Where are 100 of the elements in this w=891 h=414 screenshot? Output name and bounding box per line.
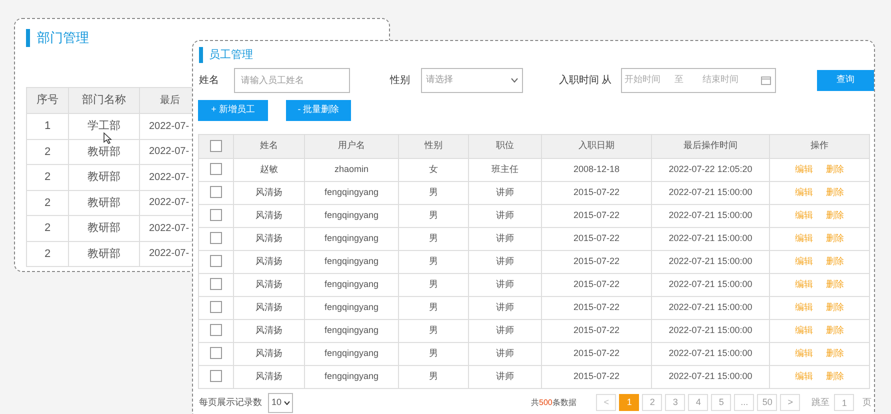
- table-cell: 风清扬: [234, 250, 304, 273]
- field-label: 入职时间 从: [558, 74, 612, 88]
- checkbox[interactable]: [210, 232, 222, 244]
- page-button[interactable]: 1: [619, 394, 640, 411]
- checkbox[interactable]: [210, 301, 222, 314]
- page-button[interactable]: 2: [642, 394, 662, 411]
- table-cell: 男: [398, 204, 468, 227]
- table-cell: 风清扬: [234, 181, 304, 204]
- checkbox[interactable]: [210, 278, 222, 290]
- batch-delete-button[interactable]: - 批量删除: [286, 100, 351, 120]
- total-records-text: 共500条数据: [531, 396, 576, 408]
- edit-link[interactable]: 编辑: [795, 348, 813, 358]
- table-cell: 风清扬: [234, 296, 304, 319]
- gender-select[interactable]: 请选择: [421, 68, 523, 92]
- table-cell: 2015-07-22: [542, 342, 652, 365]
- checkbox[interactable]: [210, 347, 222, 360]
- table-cell: 风清扬: [234, 342, 304, 365]
- table-cell: 2022-07-21 15:00:00: [652, 181, 770, 204]
- table-cell: 风清扬: [234, 204, 304, 227]
- table-cell: fengqingyang: [304, 273, 398, 296]
- page-size-select[interactable]: 10: [268, 392, 293, 412]
- checkbox[interactable]: [210, 255, 222, 268]
- page-button[interactable]: ...: [734, 394, 754, 411]
- table-cell: 2: [26, 190, 68, 216]
- edit-link[interactable]: 编辑: [795, 370, 813, 381]
- checkbox[interactable]: [210, 370, 222, 382]
- add-employee-button[interactable]: + 新增员工: [198, 100, 268, 120]
- table-cell: 2015-07-22: [542, 250, 652, 273]
- table-cell: 2015-07-22: [542, 227, 652, 250]
- delete-link[interactable]: 删除: [826, 256, 844, 266]
- checkbox[interactable]: [210, 209, 222, 222]
- delete-link[interactable]: 删除: [826, 302, 844, 312]
- table-cell: 风清扬: [234, 365, 304, 388]
- edit-link[interactable]: 编辑: [795, 210, 813, 220]
- edit-link[interactable]: 编辑: [795, 278, 813, 289]
- table-cell: 赵敏: [234, 158, 304, 181]
- table-cell: 2022-07-21 15:00:00: [652, 250, 770, 273]
- date-range-field[interactable]: 开始时间 至 结束时间: [620, 68, 776, 92]
- checkbox[interactable]: [210, 186, 222, 198]
- delete-link[interactable]: 删除: [826, 348, 844, 358]
- mouse-cursor-icon: [103, 132, 112, 144]
- field-label: 性别: [390, 74, 410, 88]
- delete-link[interactable]: 删除: [826, 278, 844, 289]
- previous-page-button[interactable]: <: [596, 394, 616, 411]
- table-cell: 教研部: [68, 216, 140, 241]
- edit-link[interactable]: 编辑: [795, 164, 813, 174]
- column-header: 用户名: [304, 134, 398, 158]
- table-cell: fengqingyang: [304, 227, 398, 250]
- edit-link[interactable]: 编辑: [795, 186, 813, 197]
- table-cell: 男: [398, 365, 468, 388]
- checkbox[interactable]: [210, 163, 222, 176]
- delete-link[interactable]: 删除: [826, 186, 844, 197]
- edit-link[interactable]: 编辑: [795, 256, 813, 266]
- goto-page-input-field[interactable]: 1: [834, 394, 854, 411]
- page-suffix-label: 页: [862, 396, 872, 409]
- table-cell: 男: [398, 296, 468, 319]
- delete-link[interactable]: 删除: [826, 164, 844, 174]
- table-cell: 2: [26, 139, 68, 164]
- table-cell: 教研部: [68, 241, 140, 266]
- page-button[interactable]: 4: [688, 394, 708, 411]
- page-button[interactable]: 5: [711, 394, 732, 411]
- table-cell: 2022-07-21 15:00:00: [652, 227, 770, 250]
- checkbox[interactable]: [210, 324, 222, 336]
- table-cell: 男: [398, 319, 468, 342]
- table-cell: 讲师: [468, 227, 542, 250]
- delete-link[interactable]: 删除: [826, 210, 844, 220]
- table-cell: fengqingyang: [304, 250, 398, 273]
- title-accent-bar: [26, 28, 30, 47]
- table-cell: 班主任: [468, 158, 542, 181]
- next-page-button[interactable]: >: [780, 394, 800, 411]
- table-cell: fengqingyang: [304, 319, 398, 342]
- table-cell: 风清扬: [234, 227, 304, 250]
- table-cell: 2022-07-21 15:00:00: [652, 365, 770, 388]
- checkbox[interactable]: [210, 140, 222, 152]
- table-cell: 2008-12-18: [542, 158, 652, 181]
- delete-link[interactable]: 删除: [826, 232, 844, 243]
- table-cell: 2022-07-21 15:00:00: [652, 342, 770, 365]
- page-button[interactable]: 50: [757, 394, 778, 411]
- chevron-down-icon: [510, 78, 518, 82]
- page-button[interactable]: 3: [665, 394, 686, 411]
- table-cell: 2: [26, 164, 68, 190]
- table-cell: 2015-07-22: [542, 319, 652, 342]
- column-header: 操作: [770, 134, 870, 158]
- table-cell: fengqingyang: [304, 181, 398, 204]
- table-cell: 风清扬: [234, 319, 304, 342]
- table-cell: 2015-07-22: [542, 296, 652, 319]
- edit-link[interactable]: 编辑: [795, 302, 813, 312]
- edit-link[interactable]: 编辑: [795, 232, 813, 243]
- edit-link[interactable]: 编辑: [795, 324, 813, 335]
- table-cell: 讲师: [468, 250, 542, 273]
- delete-link[interactable]: 删除: [826, 370, 844, 381]
- table-cell: 讲师: [468, 342, 542, 365]
- column-header: 姓名: [234, 134, 304, 158]
- name-input-field[interactable]: 请输入员工姓名: [234, 68, 350, 92]
- table-cell: 讲师: [468, 204, 542, 227]
- delete-link[interactable]: 删除: [826, 324, 844, 335]
- goto-label: 跳至: [811, 396, 830, 409]
- search-button[interactable]: 查询: [817, 70, 874, 90]
- table-cell: 讲师: [468, 296, 542, 319]
- table-cell: 2: [26, 241, 68, 266]
